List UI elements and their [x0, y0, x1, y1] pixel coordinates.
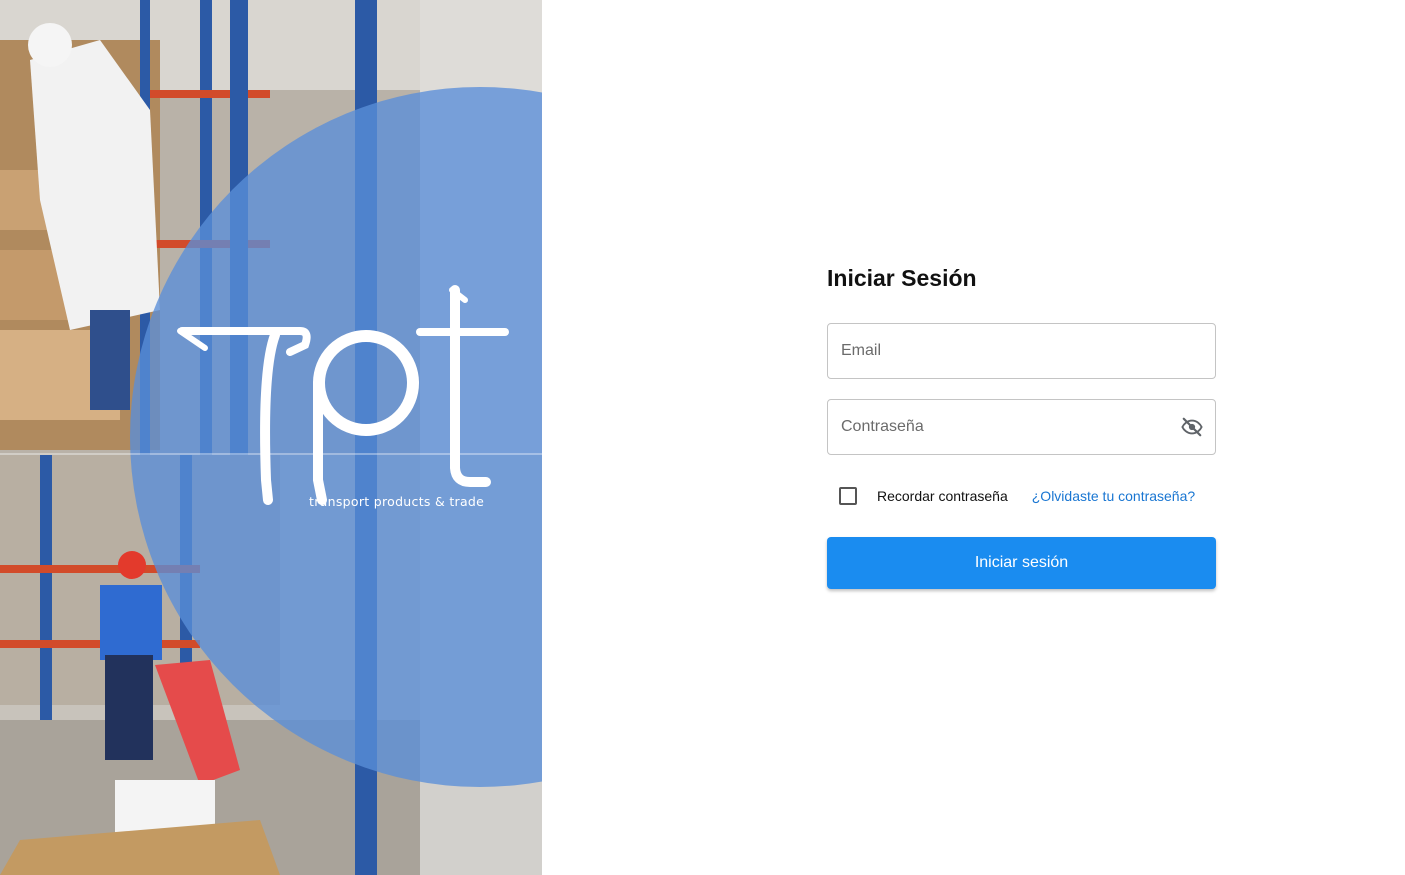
login-form: Iniciar Sesión Recordar contraseña ¿Olvi… [827, 262, 1216, 589]
hero-panel: transport products & trade [0, 0, 542, 875]
remember-checkbox[interactable] [839, 487, 857, 505]
email-field-container [827, 323, 1216, 379]
page-title: Iniciar Sesión [827, 265, 977, 291]
eye-off-icon[interactable] [1179, 414, 1205, 440]
password-input[interactable] [841, 400, 1161, 454]
password-field-container [827, 399, 1216, 455]
forgot-password-link[interactable]: ¿Olvidaste tu contraseña? [1032, 488, 1195, 504]
remember-row: Recordar contraseña ¿Olvidaste tu contra… [827, 484, 1216, 508]
login-button[interactable]: Iniciar sesión [827, 537, 1216, 589]
tpt-logo [177, 285, 509, 505]
remember-label[interactable]: Recordar contraseña [877, 488, 1008, 504]
brand-tagline: transport products & trade [309, 494, 485, 509]
email-input[interactable] [841, 324, 1161, 378]
